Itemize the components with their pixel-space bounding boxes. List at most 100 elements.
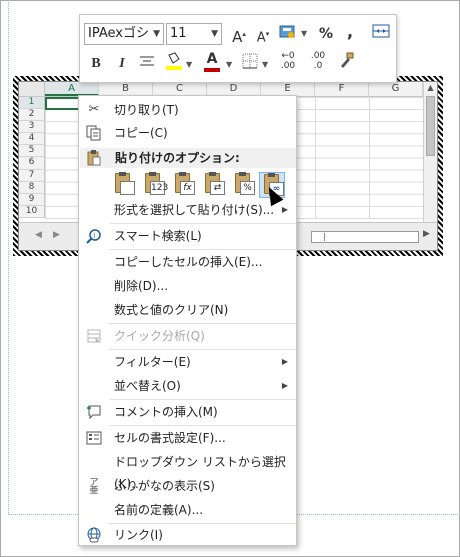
- format-painter-icon[interactable]: [336, 51, 358, 73]
- menu-separator: [109, 399, 296, 400]
- clipboard-icon: [87, 150, 101, 173]
- column-header[interactable]: E: [261, 82, 315, 96]
- chevron-down-icon[interactable]: ▼: [262, 60, 268, 69]
- row-header[interactable]: 3: [19, 121, 45, 134]
- menu-item-delete[interactable]: 削除(D)...: [79, 275, 296, 297]
- chevron-down-icon[interactable]: ▼: [153, 24, 160, 44]
- paste-transpose-button[interactable]: ⇄: [201, 172, 227, 198]
- menu-item-label: 並べ替え(O): [114, 379, 181, 393]
- paste-options-header: 貼り付けのオプション:: [80, 148, 296, 168]
- menu-item-paste-special[interactable]: 形式を選択して貼り付け(S)... ▶: [79, 199, 296, 221]
- row-header[interactable]: 8: [19, 181, 45, 194]
- paste-formulas-button[interactable]: fx: [171, 172, 197, 198]
- menu-item-label: 形式を選択して貼り付け(S)...: [114, 203, 275, 217]
- paste-options-label: 貼り付けのオプション:: [115, 151, 240, 165]
- column-header[interactable]: A: [45, 82, 99, 96]
- borders-icon[interactable]: [240, 53, 260, 75]
- menu-item-clear-contents[interactable]: 数式と値のクリア(N): [79, 299, 296, 321]
- menu-item-format-cells[interactable]: セルの書式設定(F)...: [79, 427, 296, 449]
- menu-separator: [109, 249, 296, 250]
- scroll-thumb[interactable]: [426, 96, 435, 156]
- submenu-arrow-icon: ▶: [281, 205, 288, 214]
- tab-scroll-left-icon[interactable]: ◀: [35, 230, 42, 240]
- row-header[interactable]: 1: [19, 97, 45, 110]
- menu-item-label: クイック分析(Q): [114, 329, 205, 343]
- increase-font-size-icon[interactable]: A▴: [230, 23, 248, 46]
- row-header[interactable]: 5: [19, 145, 45, 158]
- chevron-down-icon[interactable]: ▼: [301, 29, 307, 38]
- fill-color-icon[interactable]: [164, 51, 184, 73]
- menu-item-link[interactable]: リンク(I): [79, 524, 296, 546]
- menu-item-sort[interactable]: 並べ替え(O) ▶: [79, 375, 296, 397]
- decrease-font-size-icon[interactable]: A▾: [254, 23, 272, 45]
- paste-icon-overlay: ⇄: [210, 181, 225, 195]
- menu-separator: [109, 223, 296, 224]
- hscroll-right-icon[interactable]: ▶: [423, 229, 430, 239]
- comment-icon: [86, 404, 102, 420]
- align-center-icon[interactable]: [138, 53, 156, 75]
- paste-icon-overlay: %: [240, 181, 255, 195]
- font-name-combobox[interactable]: IPAexゴシ ▼: [84, 23, 164, 45]
- menu-item-quick-analysis[interactable]: クイック分析(Q): [79, 325, 296, 347]
- menu-item-copy[interactable]: コピー(C): [79, 122, 296, 144]
- menu-item-label: フィルター(E): [114, 355, 191, 369]
- column-header[interactable]: D: [207, 82, 261, 96]
- comma-style-button[interactable]: ,: [342, 21, 358, 43]
- menu-item-label: リンク(I): [114, 528, 163, 542]
- menu-item-filter[interactable]: フィルター(E) ▶: [79, 351, 296, 373]
- row-header[interactable]: 7: [19, 169, 45, 182]
- decrease-decimal-label: .0: [313, 61, 323, 71]
- paste-values-button[interactable]: 123: [141, 172, 169, 198]
- percent-style-button[interactable]: %: [316, 23, 336, 45]
- menu-item-label: スマート検索(L): [114, 229, 202, 243]
- decrease-decimal-icon[interactable]: .00.0: [306, 51, 330, 73]
- row-header[interactable]: 4: [19, 133, 45, 146]
- paste-icon-overlay: 123: [150, 181, 169, 195]
- row-header[interactable]: 9: [19, 193, 45, 206]
- page-guide-vertical: [8, 0, 9, 515]
- smart-lookup-icon: i: [86, 228, 102, 244]
- row-header[interactable]: 10: [19, 205, 45, 218]
- chevron-down-icon[interactable]: ▼: [211, 24, 218, 44]
- increase-decimal-icon[interactable]: ←0.00: [276, 51, 300, 73]
- vertical-scrollbar[interactable]: ▲: [423, 82, 437, 222]
- italic-button[interactable]: I: [114, 53, 130, 75]
- scissors-icon: ✂: [88, 102, 100, 117]
- scroll-up-icon[interactable]: ▲: [424, 82, 437, 94]
- hscroll-thumb[interactable]: [315, 233, 325, 241]
- column-header[interactable]: C: [153, 82, 207, 96]
- font-size-value: 11: [170, 26, 187, 41]
- select-all-corner[interactable]: [19, 82, 45, 96]
- menu-item-pick-from-dropdown[interactable]: ドロップダウン リストから選択(K)...: [79, 451, 296, 491]
- menu-separator: [109, 323, 296, 324]
- paste-icon-overlay: [120, 181, 135, 195]
- menu-item-label: セルの書式設定(F)...: [114, 431, 226, 445]
- menu-item-define-name[interactable]: 名前の定義(A)...: [79, 499, 296, 521]
- submenu-arrow-icon: ▶: [281, 381, 288, 390]
- horizontal-scrollbar[interactable]: [311, 231, 419, 243]
- font-color-icon[interactable]: A: [202, 51, 222, 73]
- menu-item-insert-comment[interactable]: コメントの挿入(M): [79, 401, 296, 423]
- merge-center-icon[interactable]: [370, 23, 392, 45]
- column-header[interactable]: G: [369, 82, 423, 96]
- tab-scroll-right-icon[interactable]: ▶: [53, 230, 60, 240]
- row-header[interactable]: 2: [19, 109, 45, 122]
- menu-item-smart-lookup[interactable]: i スマート検索(L): [79, 225, 296, 247]
- chevron-down-icon[interactable]: ▼: [226, 60, 232, 69]
- menu-item-show-phonetic[interactable]: ア亜 ふりがなの表示(S): [79, 475, 296, 497]
- row-header[interactable]: 6: [19, 157, 45, 170]
- bold-button[interactable]: B: [88, 53, 104, 75]
- menu-separator: [109, 425, 296, 426]
- chevron-down-icon[interactable]: ▼: [186, 60, 192, 69]
- submenu-arrow-icon: ▶: [281, 357, 288, 366]
- menu-item-cut[interactable]: ✂ 切り取り(T): [79, 99, 296, 121]
- column-header[interactable]: B: [99, 82, 153, 96]
- context-menu: ✂ 切り取り(T) コピー(C) 貼り付けのオプション: 123 fx ⇄ % …: [78, 95, 297, 546]
- paste-button[interactable]: [111, 172, 137, 198]
- column-header[interactable]: F: [315, 82, 369, 96]
- menu-item-insert-copied-cells[interactable]: コピーしたセルの挿入(E)...: [79, 251, 296, 273]
- paste-formatting-button[interactable]: %: [231, 172, 257, 198]
- font-size-combobox[interactable]: 11 ▼: [166, 23, 222, 45]
- number-format-icon[interactable]: [278, 23, 298, 45]
- menu-item-label: 切り取り(T): [114, 103, 179, 117]
